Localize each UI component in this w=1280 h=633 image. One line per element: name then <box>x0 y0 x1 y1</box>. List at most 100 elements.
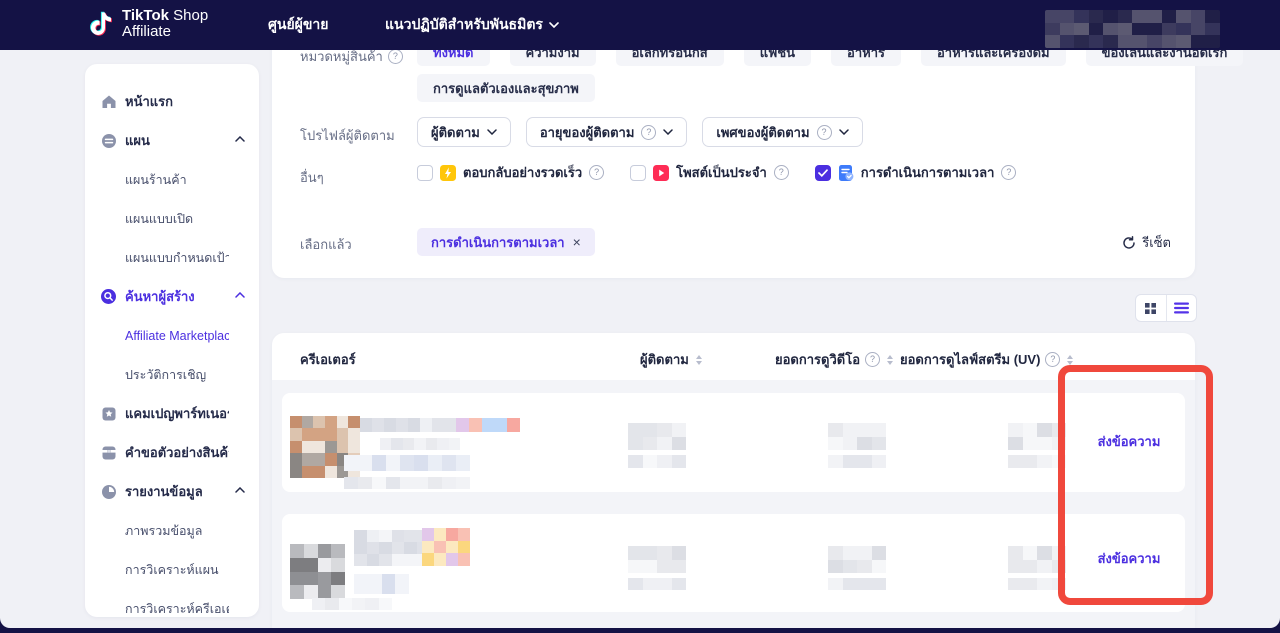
category-chip[interactable]: อาหาร <box>831 50 901 66</box>
help-icon[interactable]: ? <box>865 352 880 367</box>
redacted-info-line <box>344 477 470 489</box>
sidebar-item-sample-requests[interactable]: คำขอตัวอย่างสินค้า <box>85 433 259 472</box>
column-creator: ครีเอเตอร์ <box>300 349 356 370</box>
help-icon[interactable]: ? <box>1045 352 1060 367</box>
category-chip-selfcare-health[interactable]: การดูแลตัวเองและสุขภาพ <box>417 74 595 102</box>
help-icon: ? <box>817 125 832 140</box>
sidebar-item-data-reports[interactable]: รายงานข้อมูล <box>85 472 259 511</box>
reset-button[interactable]: รีเซ็ต <box>1122 232 1171 253</box>
redacted-info-line <box>344 455 470 471</box>
sidebar-item-target-plan[interactable]: แผนแบบกำหนดเป้าหมาย <box>85 238 259 277</box>
category-chip[interactable]: อิเล็กทรอนิกส์ <box>616 50 724 66</box>
redacted-badges <box>456 418 520 432</box>
nav-seller-center-link[interactable]: ศูนย์ผู้ขาย <box>268 0 329 50</box>
send-message-button[interactable]: ส่งข้อความ <box>1069 548 1189 569</box>
top-navbar: TikTok Shop Affiliate ศูนย์ผู้ขาย แนวปฏิ… <box>0 0 1280 50</box>
help-icon: ? <box>641 125 656 140</box>
tiktok-note-icon <box>90 11 114 37</box>
redacted-info-line <box>354 574 409 594</box>
category-filter-label: หมวดหมู่สินค้า? <box>300 50 403 67</box>
selected-filters-label: เลือกแล้ว <box>300 234 352 255</box>
category-chip[interactable]: ของเล่นและงานอดิเรก <box>1086 50 1244 66</box>
chevron-up-icon <box>235 292 245 298</box>
creator-row[interactable]: ส่งข้อความ <box>282 393 1185 492</box>
column-video-views[interactable]: ยอดการดูวิดีโอ ? <box>775 349 893 370</box>
home-icon <box>100 93 117 110</box>
creator-row[interactable]: ส่งข้อความ <box>282 514 1185 612</box>
redacted-followers-value <box>628 546 686 573</box>
help-icon[interactable]: ? <box>589 165 604 180</box>
help-icon[interactable]: ? <box>388 50 403 64</box>
redacted-sub-value <box>1008 578 1066 590</box>
chevron-up-icon <box>235 136 245 142</box>
follower-profile-dropdowns: ผู้ติดตาม อายุของผู้ติดตาม ? เพศของผู้ติ… <box>417 117 863 147</box>
tiktok-shop-affiliate-logo[interactable]: TikTok Shop Affiliate <box>90 8 208 40</box>
list-view-button[interactable] <box>1166 295 1197 321</box>
search-icon <box>100 288 117 305</box>
close-icon[interactable]: × <box>573 234 581 250</box>
checkbox-unchecked[interactable] <box>630 165 646 181</box>
sidebar-item-home[interactable]: หน้าแรก <box>85 82 259 121</box>
checkbox-checked[interactable] <box>815 165 831 181</box>
timely-action-checkbox[interactable]: การดำเนินการตามเวลา ? <box>815 162 1017 183</box>
redacted-live-views-value <box>1008 423 1066 450</box>
follower-gender-dropdown[interactable]: เพศของผู้ติดตาม ? <box>702 117 862 147</box>
quick-reply-checkbox[interactable]: ตอบกลับอย่างรวดเร็ว ? <box>417 162 604 183</box>
grid-view-button[interactable] <box>1136 295 1166 321</box>
sidebar-item-shop-plan[interactable]: แผนร้านค้า <box>85 160 259 199</box>
sort-icon[interactable] <box>1067 355 1073 365</box>
category-chip-all[interactable]: ทั้งหมด <box>417 50 490 66</box>
sidebar-item-plan-analysis[interactable]: การวิเคราะห์แผน <box>85 550 259 589</box>
redacted-sub-value <box>1008 455 1066 468</box>
report-icon <box>100 483 117 500</box>
sidebar-item-data-overview[interactable]: ภาพรวมข้อมูล <box>85 511 259 550</box>
redacted-video-views-value <box>828 423 886 450</box>
creators-table: ครีเอเตอร์ ผู้ติดตาม ยอดการดูวิดีโอ ? ยอ… <box>272 333 1195 628</box>
category-chip[interactable]: แฟชั่น <box>744 50 811 66</box>
filter-panel: หมวดหมู่สินค้า? ทั้งหมด ความงาม อิเล็กทร… <box>272 50 1195 278</box>
category-chip[interactable]: ความงาม <box>510 50 596 66</box>
redacted-video-views-value <box>828 546 886 573</box>
redacted-avatar <box>290 544 345 599</box>
follower-age-dropdown[interactable]: อายุของผู้ติดตาม ? <box>526 117 688 147</box>
sidebar-item-find-creators[interactable]: ค้นหาผู้สร้าง <box>85 277 259 316</box>
checkbox-unchecked[interactable] <box>417 165 433 181</box>
page-background: หน้าแรก แผน แผนร้านค้า แผนแบบเปิด แผนแบบ… <box>0 50 1280 628</box>
help-icon[interactable]: ? <box>1001 165 1016 180</box>
redacted-username <box>380 438 460 450</box>
sort-icon[interactable] <box>887 355 893 365</box>
redacted-account-name <box>1045 10 1220 48</box>
sidebar-item-partner-campaign[interactable]: แคมเปญพาร์ทเนอร์ <box>85 394 259 433</box>
help-icon[interactable]: ? <box>774 165 789 180</box>
sidebar-item-plans[interactable]: แผน <box>85 121 259 160</box>
table-header: ครีเอเตอร์ ผู้ติดตาม ยอดการดูวิดีโอ ? ยอ… <box>272 333 1195 380</box>
redacted-followers-value <box>628 423 686 450</box>
nav-partner-guidelines-menu[interactable]: แนวปฏิบัติสำหรับพันธมิตร <box>385 0 559 50</box>
grid-icon <box>1144 302 1157 315</box>
doc-check-icon <box>838 165 854 181</box>
redacted-creator-name <box>360 418 456 432</box>
column-followers[interactable]: ผู้ติดตาม <box>640 349 702 370</box>
redacted-badges <box>422 528 470 566</box>
redacted-sub-value <box>828 455 886 468</box>
sort-icon[interactable] <box>696 355 702 365</box>
list-icon <box>1174 302 1189 314</box>
followers-dropdown[interactable]: ผู้ติดตาม <box>417 117 511 147</box>
redacted-live-views-value <box>1008 546 1066 573</box>
sidebar-item-affiliate-marketplace[interactable]: Affiliate Marketplace <box>85 316 259 355</box>
redacted-sub-value <box>628 578 686 590</box>
reset-icon <box>1122 236 1136 250</box>
regular-posts-checkbox[interactable]: โพสต์เป็นประจำ ? <box>630 162 789 183</box>
send-message-button[interactable]: ส่งข้อความ <box>1069 431 1189 452</box>
sidebar-item-creator-analysis[interactable]: การวิเคราะห์ครีเอเตอร์ <box>85 589 259 628</box>
others-filter-label: อื่นๆ <box>300 167 324 188</box>
lightning-icon <box>440 165 456 181</box>
category-chip[interactable]: อาหารและเครื่องดื่ม <box>921 50 1066 66</box>
chevron-down-icon <box>549 22 559 28</box>
selected-filter-chip[interactable]: การดำเนินการตามเวลา × <box>417 228 595 256</box>
sample-box-icon <box>100 444 117 461</box>
column-live-views-uv[interactable]: ยอดการดูไลฟ์สตรีม (UV) ? <box>900 349 1073 370</box>
sidebar-item-invitation-history[interactable]: ประวัติการเชิญ <box>85 355 259 394</box>
sidebar-item-open-plan[interactable]: แผนแบบเปิด <box>85 199 259 238</box>
video-icon <box>653 165 669 181</box>
